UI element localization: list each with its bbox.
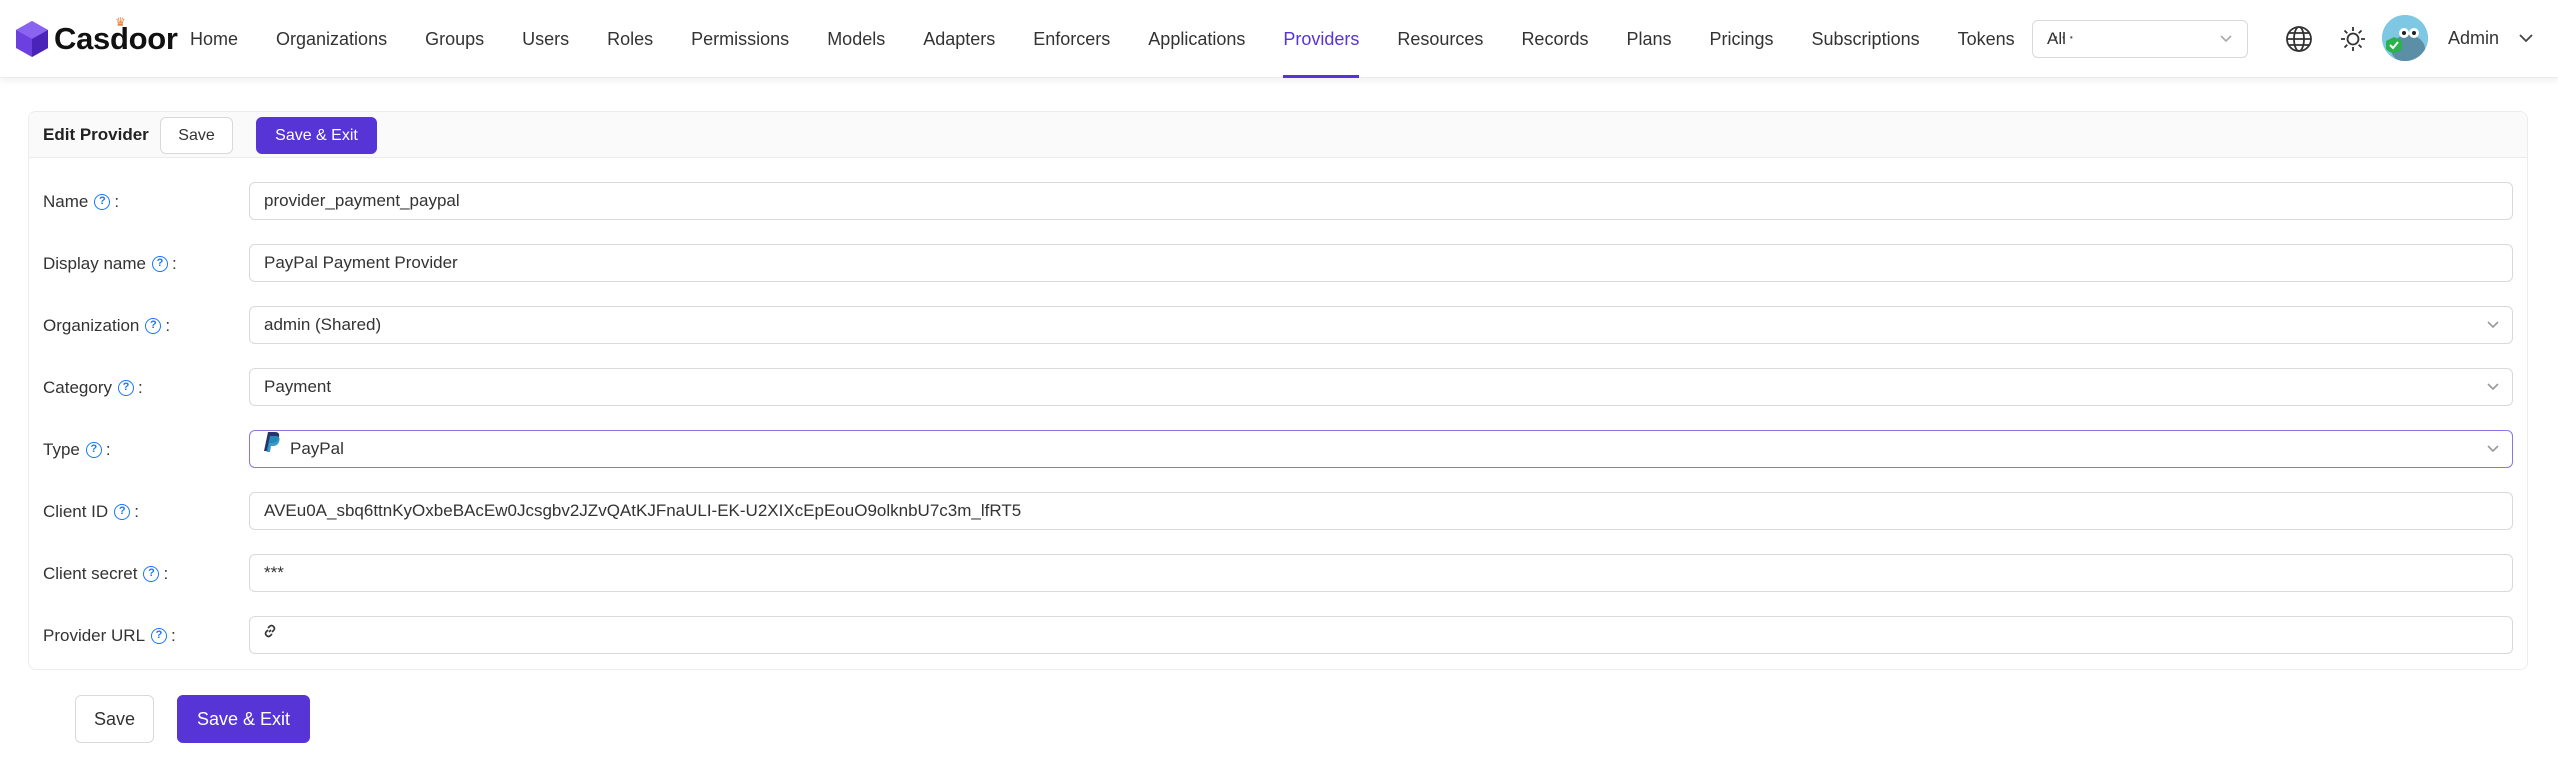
type-label-text: Type (43, 440, 80, 459)
client-secret-label: Client secret?: (43, 564, 169, 583)
paypal-logo-icon (262, 431, 280, 466)
name-input[interactable]: provider_payment_paypal (249, 182, 2513, 220)
nav-item-home[interactable]: Home (190, 0, 238, 78)
client-id-label: Client ID?: (43, 502, 139, 521)
user-name[interactable]: Admin (2448, 28, 2499, 49)
nav-item-plans[interactable]: Plans (1626, 0, 1671, 78)
top-navigation-bar: Casdoor ♛ Home Organizations Groups User… (0, 0, 2558, 78)
type-select[interactable]: PayPal (249, 430, 2513, 468)
organization-label-text: Organization (43, 316, 140, 335)
category-select[interactable]: Payment (249, 368, 2513, 406)
type-select-value: PayPal (290, 439, 344, 458)
page-title: Edit Provider (43, 125, 149, 144)
nav-item-pricings[interactable]: Pricings (1710, 0, 1774, 78)
nav-item-roles[interactable]: Roles (607, 0, 653, 78)
card-header: Edit Provider Save Save & Exit (29, 112, 2527, 158)
chevron-down-icon (2486, 431, 2500, 467)
organization-select-value: admin (Shared) (264, 315, 382, 334)
display-name-label: Display name?: (43, 254, 177, 273)
nav-item-organizations[interactable]: Organizations (276, 0, 387, 78)
category-select-value: Payment (264, 377, 332, 396)
save-exit-button[interactable]: Save & Exit (256, 117, 377, 154)
client-secret-input[interactable]: *** (249, 554, 2513, 592)
chevron-down-icon (2219, 21, 2233, 70)
nav-item-providers[interactable]: Providers (1283, 0, 1360, 78)
crown-icon: ♛ (115, 15, 126, 29)
organization-selector[interactable]: All (2032, 20, 2248, 58)
help-icon[interactable]: ? (117, 380, 134, 396)
avatar[interactable] (2382, 15, 2428, 61)
save-button[interactable]: Save (160, 117, 233, 154)
help-icon[interactable]: ? (143, 566, 160, 582)
display-name-label-text: Display name (43, 254, 146, 273)
theme-sun-icon[interactable] (2337, 23, 2369, 55)
help-icon[interactable]: ? (114, 504, 131, 520)
casdoor-cube-icon (16, 21, 48, 57)
display-name-input[interactable]: PayPal Payment Provider (249, 244, 2513, 282)
nav-item-tokens[interactable]: Tokens (1958, 0, 2015, 78)
nav-item-users[interactable]: Users (522, 0, 569, 78)
help-icon[interactable]: ? (85, 442, 102, 458)
organization-select[interactable]: admin (Shared) (249, 306, 2513, 344)
nav-item-permissions[interactable]: Permissions (691, 0, 789, 78)
bottom-save-button[interactable]: Save (75, 695, 154, 743)
casdoor-logo[interactable]: Casdoor ♛ (14, 15, 178, 61)
help-icon[interactable]: ? (94, 194, 111, 210)
nav-item-adapters[interactable]: Adapters (923, 0, 995, 78)
nav-item-resources[interactable]: Resources (1397, 0, 1483, 78)
link-icon (262, 617, 278, 652)
provider-url-label: Provider URL?: (43, 626, 176, 645)
nav-item-models[interactable]: Models (827, 0, 885, 78)
client-id-input[interactable]: AVEu0A_sbq6ttnKyOxbeBAcEw0Jcsgbv2JZvQAtK… (249, 492, 2513, 530)
provider-url-label-text: Provider URL (43, 626, 146, 645)
nav-item-groups[interactable]: Groups (425, 0, 484, 78)
main-nav: Home Organizations Groups Users Roles Pe… (190, 0, 2076, 78)
nav-item-subscriptions[interactable]: Subscriptions (1812, 0, 1920, 78)
nav-item-enforcers[interactable]: Enforcers (1033, 0, 1110, 78)
type-label: Type?: (43, 440, 111, 459)
client-id-label-text: Client ID (43, 502, 109, 521)
help-icon[interactable]: ? (152, 256, 168, 272)
category-label: Category?: (43, 378, 143, 397)
help-icon[interactable]: ? (151, 628, 168, 644)
nav-item-applications[interactable]: Applications (1148, 0, 1245, 78)
help-icon[interactable]: ? (145, 318, 162, 334)
language-globe-icon[interactable] (2283, 23, 2315, 55)
chevron-down-icon (2486, 307, 2500, 343)
name-label: Name?: (43, 192, 120, 211)
bottom-save-exit-button[interactable]: Save & Exit (177, 695, 310, 743)
edit-provider-card: Edit Provider Save Save & Exit Name?: pr… (28, 111, 2528, 670)
name-label-text: Name (43, 192, 89, 211)
organization-selector-value: All (2047, 29, 2066, 48)
chevron-down-icon (2486, 369, 2500, 405)
provider-url-input[interactable] (249, 616, 2513, 654)
organization-label: Organization?: (43, 316, 171, 335)
user-menu-chevron-down-icon[interactable] (2518, 24, 2534, 57)
client-secret-label-text: Client secret (43, 564, 138, 583)
nav-item-records[interactable]: Records (1521, 0, 1588, 78)
category-label-text: Category (43, 378, 112, 397)
